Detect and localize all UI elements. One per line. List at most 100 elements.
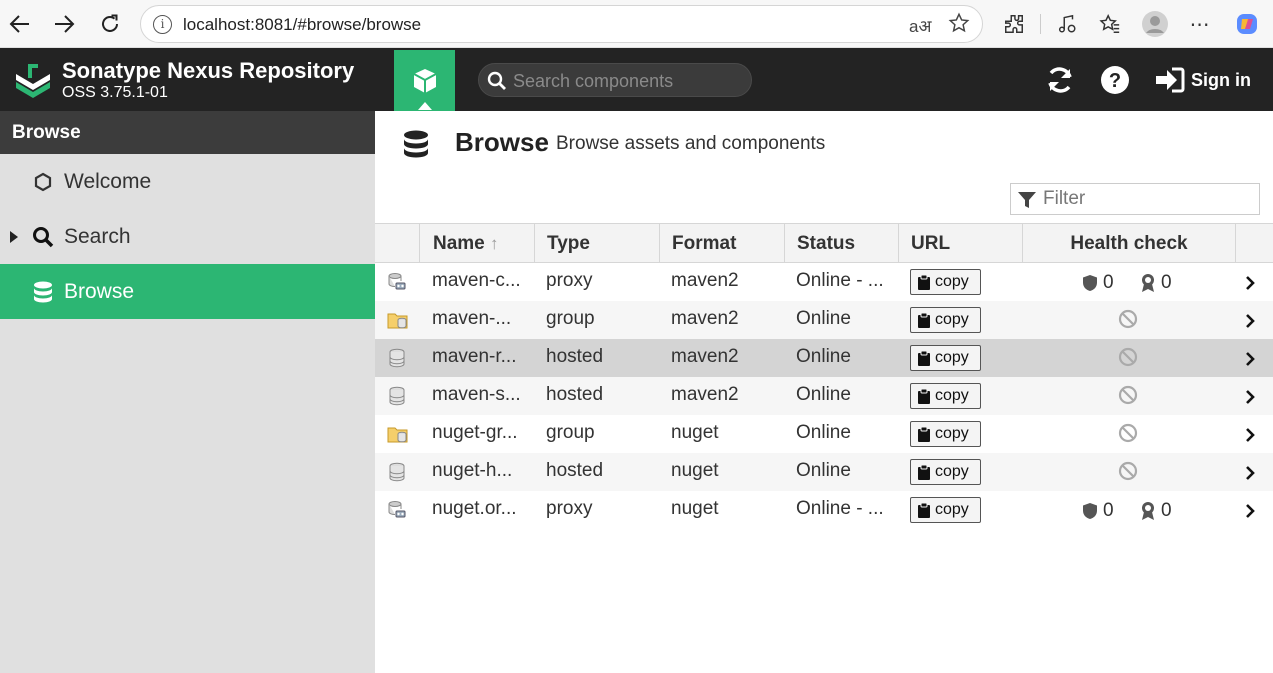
proxy-repo-icon xyxy=(387,500,407,526)
extensions-icon[interactable] xyxy=(999,9,1029,39)
profile-avatar[interactable] xyxy=(1140,9,1170,39)
ban-icon xyxy=(1118,347,1138,373)
search-input[interactable] xyxy=(513,69,743,93)
column-header-url[interactable]: URL xyxy=(898,224,1022,263)
search-icon xyxy=(32,226,54,248)
chevron-right-icon[interactable] xyxy=(1245,426,1255,448)
column-header-format[interactable]: Format xyxy=(659,224,784,263)
hosted-repo-icon xyxy=(387,386,407,412)
active-tab-indicator xyxy=(418,102,432,110)
column-header-type[interactable]: Type xyxy=(534,224,659,263)
search-components-box[interactable] xyxy=(478,63,752,97)
page-subtitle: Browse assets and components xyxy=(556,133,826,154)
product-version: OSS 3.75.1-01 xyxy=(62,84,168,101)
help-button[interactable]: ? xyxy=(1099,63,1131,97)
security-health[interactable]: 0 xyxy=(1082,500,1114,522)
refresh-icon xyxy=(1048,67,1072,93)
expand-caret-icon[interactable] xyxy=(10,230,18,243)
app-header: Sonatype Nexus Repository OSS 3.75.1-01 … xyxy=(0,48,1273,111)
toolbar-divider xyxy=(1040,14,1041,34)
read-aloud-icon[interactable]: aअ xyxy=(909,14,931,37)
refresh-button[interactable] xyxy=(1044,63,1076,97)
sidebar: Browse Welcome Search Browse xyxy=(0,111,375,673)
table-row[interactable]: nuget-gr... group nuget Online copy xyxy=(375,415,1273,453)
back-button[interactable] xyxy=(4,8,36,40)
shield-icon xyxy=(1083,275,1097,291)
product-title: Sonatype Nexus Repository xyxy=(62,58,355,83)
media-control-icon[interactable] xyxy=(1052,9,1082,39)
reload-icon xyxy=(102,14,118,32)
repo-name: maven-r... xyxy=(432,346,517,367)
repo-name: nuget-h... xyxy=(432,460,513,481)
copy-url-button[interactable]: copy xyxy=(910,497,981,523)
license-count: 0 xyxy=(1161,272,1172,293)
filter-input[interactable] xyxy=(1043,188,1253,210)
sign-in-icon xyxy=(1156,67,1185,93)
copy-url-button[interactable]: copy xyxy=(910,307,981,333)
table-row[interactable]: maven-r... hosted maven2 Online copy xyxy=(375,339,1273,377)
filter-box[interactable] xyxy=(1010,183,1260,215)
column-label: Name xyxy=(433,233,485,254)
site-info-icon[interactable]: i xyxy=(153,15,172,34)
table-row[interactable]: nuget.or... proxy nuget Online - ... copy 0… xyxy=(375,491,1273,529)
copy-url-button[interactable]: copy xyxy=(910,269,981,295)
database-icon xyxy=(403,130,429,163)
chevron-right-icon[interactable] xyxy=(1245,388,1255,410)
address-text[interactable]: localhost:8081/#browse/browse xyxy=(183,15,421,35)
table-row[interactable]: maven-... group maven2 Online copy xyxy=(375,301,1273,339)
repo-name: maven-s... xyxy=(432,384,521,405)
sign-in-button[interactable]: Sign in xyxy=(1155,63,1251,97)
sidebar-heading: Browse xyxy=(0,111,375,154)
favorites-icon[interactable] xyxy=(1095,9,1125,39)
favorite-star-icon[interactable] xyxy=(948,12,970,39)
chevron-right-icon[interactable] xyxy=(1245,502,1255,524)
copy-url-button[interactable]: copy xyxy=(910,383,981,409)
address-bar[interactable]: i localhost:8081/#browse/browse aअ xyxy=(140,5,983,43)
chevron-right-icon[interactable] xyxy=(1245,350,1255,372)
reload-button[interactable] xyxy=(94,8,126,40)
chevron-right-icon[interactable] xyxy=(1245,274,1255,296)
copy-url-button[interactable]: copy xyxy=(910,459,981,485)
sidebar-item-search[interactable]: Search xyxy=(0,209,375,264)
sidebar-item-label: Welcome xyxy=(64,169,152,193)
repo-type: group xyxy=(546,422,595,443)
column-label: Status xyxy=(797,233,856,254)
copilot-icon[interactable] xyxy=(1232,9,1262,39)
page-title: Browse xyxy=(455,127,549,157)
clipboard-icon xyxy=(918,426,930,442)
ban-icon xyxy=(1118,309,1138,335)
repo-format: maven2 xyxy=(671,270,739,291)
table-row[interactable]: maven-s... hosted maven2 Online copy xyxy=(375,377,1273,415)
copy-label: copy xyxy=(935,273,969,290)
sidebar-item-label: Browse xyxy=(64,279,135,303)
hexagon-icon xyxy=(32,171,54,193)
search-icon xyxy=(487,71,506,90)
chevron-right-icon[interactable] xyxy=(1245,464,1255,486)
license-health[interactable]: 0 xyxy=(1140,500,1172,522)
table-row[interactable]: maven-c... proxy maven2 Online - ... copy 0… xyxy=(375,263,1273,301)
copy-url-button[interactable]: copy xyxy=(910,421,981,447)
clipboard-icon xyxy=(918,464,930,480)
award-icon xyxy=(1142,274,1154,292)
copy-url-button[interactable]: copy xyxy=(910,345,981,371)
ban-icon xyxy=(1118,423,1138,449)
column-header-name[interactable]: Name ↑ xyxy=(419,224,534,263)
arrow-left-icon xyxy=(9,15,29,33)
repo-type: hosted xyxy=(546,460,604,481)
sidebar-item-welcome[interactable]: Welcome xyxy=(0,154,375,209)
repo-status: Online xyxy=(796,308,851,329)
more-menu-icon[interactable]: ⋯ xyxy=(1185,9,1215,39)
repo-format: maven2 xyxy=(671,346,739,367)
security-health[interactable]: 0 xyxy=(1082,272,1114,294)
sidebar-item-browse[interactable]: Browse xyxy=(0,264,375,319)
database-icon xyxy=(32,281,54,303)
forward-button[interactable] xyxy=(48,8,80,40)
license-health[interactable]: 0 xyxy=(1140,272,1172,294)
table-row[interactable]: nuget-h... hosted nuget Online copy xyxy=(375,453,1273,491)
column-header-health-check[interactable]: Health check xyxy=(1022,224,1235,263)
hosted-repo-icon xyxy=(387,348,407,374)
sign-in-label: Sign in xyxy=(1191,69,1251,90)
column-header-status[interactable]: Status xyxy=(784,224,898,263)
copy-label: copy xyxy=(935,463,969,480)
chevron-right-icon[interactable] xyxy=(1245,312,1255,334)
